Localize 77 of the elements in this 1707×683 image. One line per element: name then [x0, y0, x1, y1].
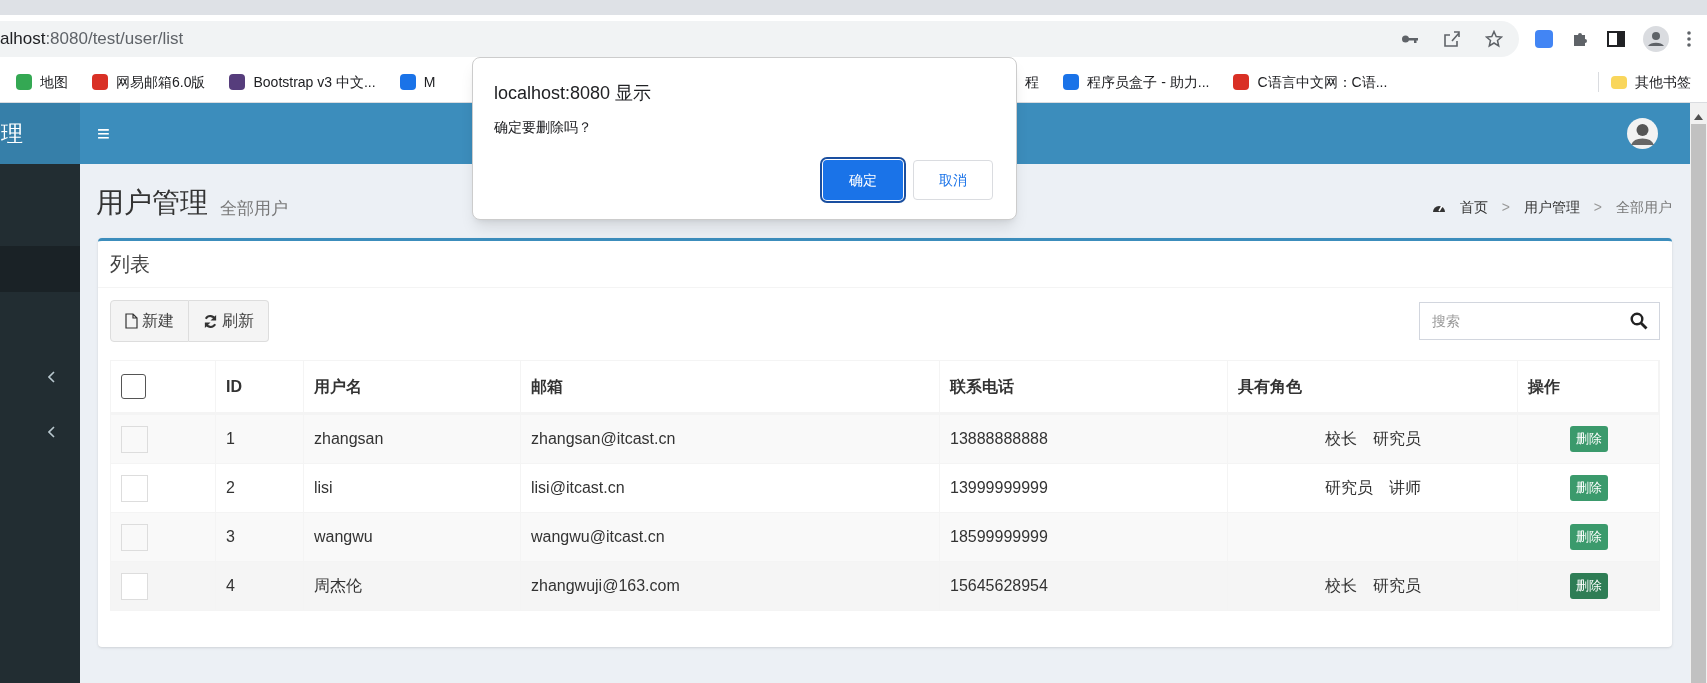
- table-cell-text: lisi: [314, 478, 333, 498]
- key-icon[interactable]: [1401, 33, 1419, 44]
- role-label: 研究员: [1324, 478, 1373, 498]
- row-checkbox[interactable]: [121, 523, 148, 551]
- table-cell-text: 18599999999: [950, 527, 1048, 547]
- row-checkbox[interactable]: [121, 572, 148, 600]
- bookmark-link[interactable]: C语言中文网：C语...: [1257, 71, 1388, 93]
- chevron-left-icon: [48, 426, 56, 438]
- search-field[interactable]: 搜索: [1419, 302, 1660, 340]
- select-all-checkbox[interactable]: [121, 374, 146, 399]
- column-header: 具有角色: [1238, 376, 1302, 397]
- column-header: ID: [226, 376, 242, 397]
- dialog-title: localhost:8080 显示: [494, 82, 653, 105]
- table-cell-text: 13999999999: [950, 478, 1048, 498]
- profile-icon[interactable]: [1643, 25, 1669, 52]
- bookmark-link[interactable]: 网易邮箱6.0版: [116, 71, 206, 93]
- table-cell-text: 13888888888: [950, 429, 1048, 449]
- folder-icon: [1611, 75, 1627, 89]
- page-title: 用户管理: [96, 186, 208, 220]
- breadcrumb-link[interactable]: 用户管理: [1523, 197, 1580, 218]
- table-cell-text: 周杰伦: [314, 576, 362, 596]
- scroll-up-icon[interactable]: [1694, 114, 1703, 120]
- address-path: :8080/test/user/list: [45, 27, 184, 50]
- table-cell-text: 3: [226, 527, 235, 547]
- row-checkbox[interactable]: [121, 474, 148, 502]
- avatar-icon[interactable]: [1627, 118, 1658, 149]
- bookmark-link[interactable]: 程序员盒子 - 助力...: [1087, 71, 1210, 93]
- more-icon[interactable]: [1687, 30, 1691, 47]
- bookmark-link[interactable]: 其他书签: [1635, 71, 1691, 93]
- search-icon[interactable]: [1630, 312, 1648, 330]
- address-host: alhost: [0, 27, 46, 50]
- table-cell-text: zhangsan@itcast.cn: [531, 429, 676, 449]
- column-header: 联系电话: [950, 376, 1014, 397]
- toolbar-button[interactable]: 刷新: [189, 300, 269, 342]
- dialog-button[interactable]: 取消: [913, 160, 993, 200]
- bookmark-link[interactable]: 地图: [40, 71, 68, 93]
- role-label: 研究员: [1372, 429, 1421, 449]
- delete-button[interactable]: 删除: [1569, 573, 1608, 599]
- table-cell-text: zhangsan: [314, 429, 384, 449]
- toolbar-button[interactable]: 新建: [110, 300, 189, 342]
- table-cell-text: 4: [226, 576, 235, 596]
- file-icon: [125, 313, 138, 329]
- logo-text: 理: [1, 120, 23, 148]
- dialog-button[interactable]: 确定: [823, 160, 903, 200]
- bookmark-link[interactable]: 程: [1025, 71, 1040, 93]
- chevron-left-icon: [48, 371, 56, 383]
- column-header: 邮箱: [531, 376, 563, 397]
- extension-icon[interactable]: [1535, 29, 1553, 48]
- column-header: 用户名: [314, 376, 362, 397]
- menu-icon[interactable]: ≡: [97, 122, 110, 145]
- column-header: 操作: [1528, 376, 1560, 397]
- bookmark-link[interactable]: M: [423, 71, 436, 93]
- table-cell-text: lisi@itcast.cn: [531, 478, 625, 498]
- breadcrumb-link[interactable]: 首页: [1459, 197, 1488, 218]
- role-label: 研究员: [1372, 576, 1421, 596]
- role-label: 校长: [1324, 576, 1357, 596]
- address-bar[interactable]: alhost:8080/test/user/list: [0, 20, 1519, 57]
- bookmark-link[interactable]: Bootstrap v3 中文...: [253, 71, 376, 93]
- role-label: 讲师: [1388, 478, 1421, 498]
- refresh-icon: [203, 313, 218, 329]
- table-cell-text: 2: [226, 478, 235, 498]
- table-cell-text: zhangwuji@163.com: [531, 576, 680, 596]
- row-checkbox[interactable]: [121, 425, 148, 453]
- side-panel-icon[interactable]: [1607, 30, 1625, 47]
- role-label: 校长: [1324, 429, 1357, 449]
- share-icon[interactable]: [1443, 29, 1461, 48]
- table-cell-text: 1: [226, 429, 235, 449]
- panel-title: 列表: [110, 252, 150, 277]
- breadcrumb-separator: >: [1593, 198, 1602, 217]
- page-subtitle: 全部用户: [220, 197, 288, 220]
- scrollbar[interactable]: [1690, 103, 1707, 683]
- table-cell-text: wangwu: [314, 527, 373, 547]
- star-icon[interactable]: [1485, 29, 1503, 48]
- table-cell-text: wangwu@itcast.cn: [531, 527, 665, 547]
- table-cell-text: 15645628954: [950, 576, 1048, 596]
- breadcrumb-separator: >: [1501, 198, 1510, 217]
- dialog-message: 确定要删除吗？: [494, 118, 593, 137]
